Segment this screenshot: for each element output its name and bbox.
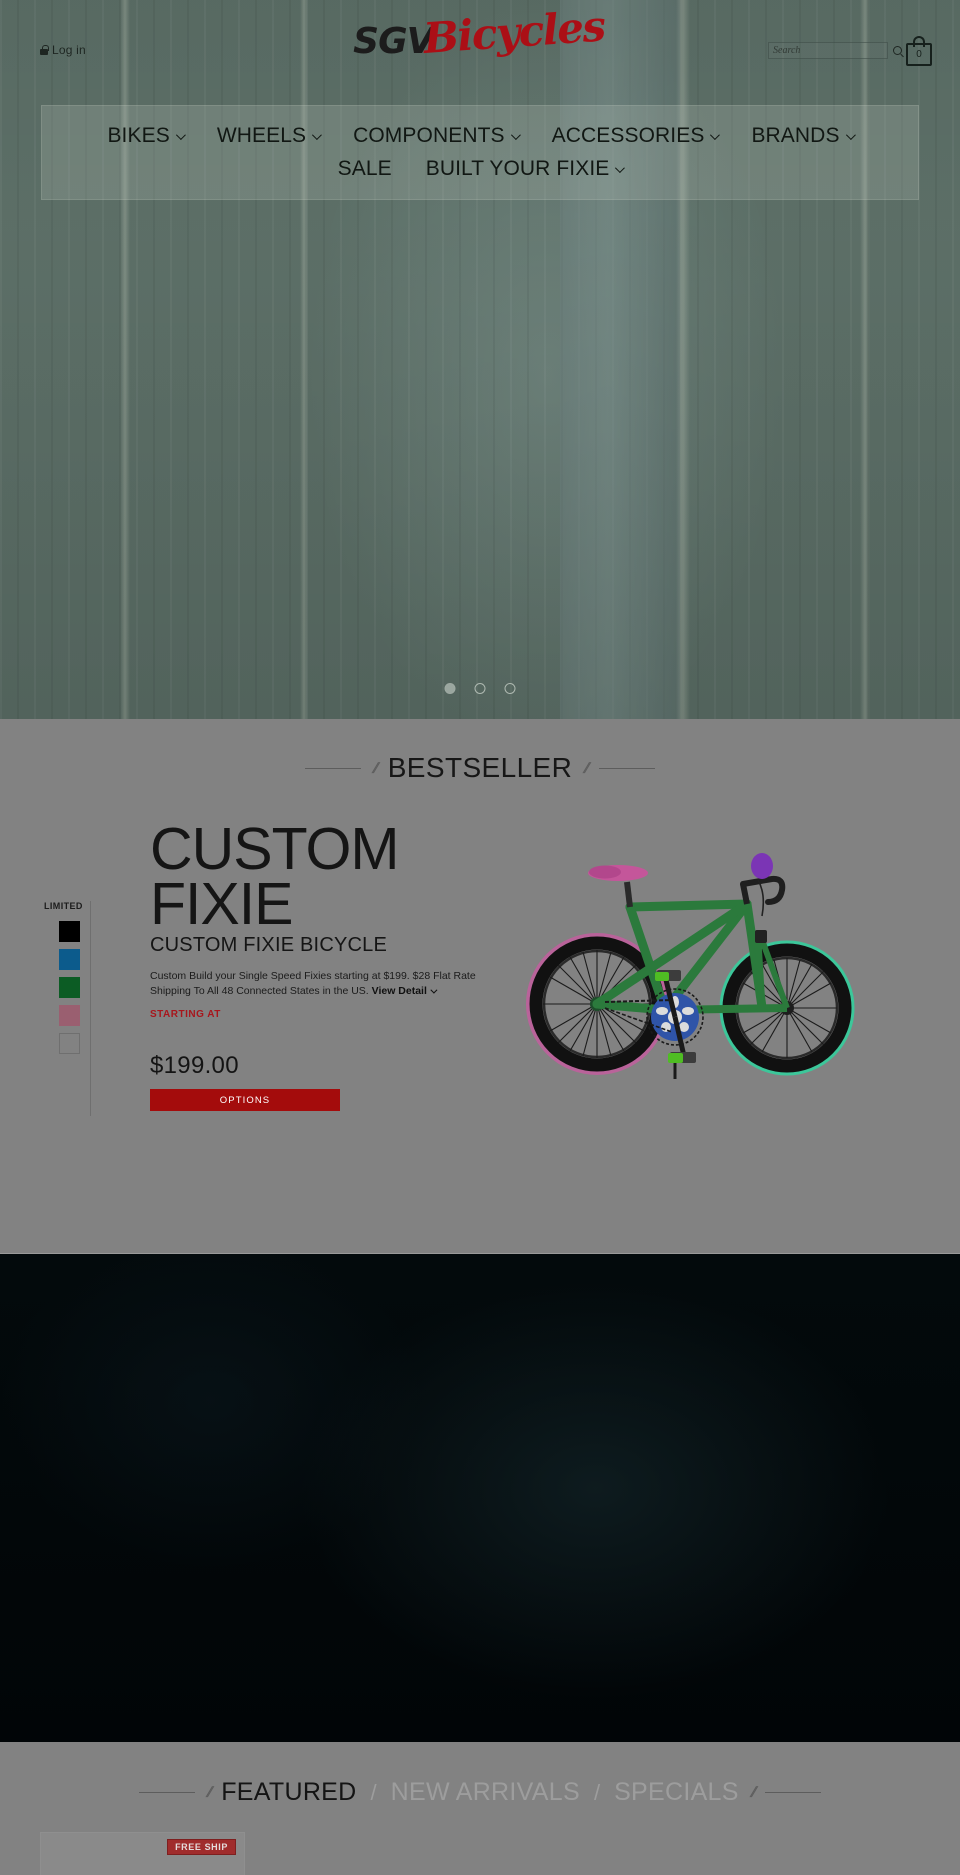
tab-specials[interactable]: SPECIALS	[614, 1778, 739, 1807]
login-link[interactable]: Log in	[40, 43, 86, 57]
color-swatch-white[interactable]	[59, 1033, 80, 1054]
bestseller-heading: // BESTSELLER //	[0, 752, 960, 784]
chevron-down-icon	[510, 129, 521, 140]
product-subtitle: CUSTOM FIXIE BICYCLE	[150, 933, 388, 956]
section-title: BESTSELLER	[387, 752, 573, 783]
nav-item-bikes[interactable]: BIKES	[90, 124, 199, 148]
tab-new-arrivals[interactable]: NEW ARRIVALS	[391, 1778, 580, 1807]
carousel-dot-1[interactable]	[444, 683, 456, 694]
chevron-down-icon	[710, 129, 721, 140]
nav-item-label: ACCESSORIES	[551, 124, 705, 147]
color-swatch-mauve[interactable]	[59, 1005, 80, 1026]
featured-section: // FEATURED / NEW ARRIVALS / SPECIALS //…	[0, 1742, 960, 1875]
cart-count: 0	[916, 49, 922, 60]
nav-item-label: BRANDS	[751, 124, 840, 147]
carousel-dots	[444, 683, 516, 694]
site-logo[interactable]: SGV Bicycles	[353, 1, 607, 63]
search-input[interactable]	[773, 45, 893, 56]
search-icon[interactable]	[893, 46, 902, 55]
site-header: Log in SGV Bicycles 0	[0, 0, 960, 100]
cart-button[interactable]: 0	[906, 36, 932, 66]
logo-text-secondary: Bicycles	[422, 1, 607, 63]
view-detail-link[interactable]: View Detail	[372, 985, 427, 997]
nav-item-label: BIKES	[107, 124, 170, 147]
lock-icon	[40, 45, 49, 55]
nav-item-label: BUILT YOUR FIXIE	[425, 157, 610, 180]
color-swatch-green[interactable]	[59, 977, 80, 998]
tab-featured[interactable]: FEATURED	[221, 1778, 356, 1807]
nav-item-sale[interactable]: SALE	[321, 157, 409, 181]
chevron-down-icon	[845, 129, 856, 140]
product-card[interactable]: FREE SHIP	[40, 1832, 245, 1875]
chevron-down-icon	[312, 129, 322, 140]
promo-dark-banner[interactable]	[0, 1253, 960, 1742]
view-detail-label: View Detail	[371, 985, 427, 998]
tabs-rule-right	[765, 1792, 822, 1793]
color-swatch-black[interactable]	[59, 921, 80, 942]
product-price: $199.00	[150, 1052, 239, 1080]
carousel-dot-2[interactable]	[474, 683, 486, 694]
product-info: CUSTOM FIXIE CUSTOM FIXIE BICYCLE Custom…	[150, 816, 495, 1112]
chevron-down-icon	[175, 129, 186, 140]
bicycle-icon	[526, 853, 855, 1079]
tabs-slash-left: //	[204, 1784, 212, 1801]
tab-separator: /	[593, 1779, 601, 1805]
logo-text-primary: SGV	[353, 21, 434, 62]
starting-at-label: STARTING AT	[150, 1009, 221, 1021]
product-title: CUSTOM FIXIE	[150, 816, 495, 937]
heading-slash-right: //	[581, 759, 590, 777]
tab-separator: /	[370, 1779, 377, 1805]
nav-item-label: WHEELS	[216, 124, 307, 147]
nav-item-built-your-fixie[interactable]: BUILT YOUR FIXIE	[409, 157, 640, 181]
chevron-down-icon	[430, 987, 438, 995]
limited-label: LIMITED	[44, 901, 83, 911]
main-navigation: BIKES WHEELS COMPONENTS ACCESSORIES BRAN…	[41, 105, 919, 200]
tabs-slash-right: //	[747, 1784, 756, 1801]
search-box[interactable]	[768, 42, 902, 59]
nav-item-label: SALE	[337, 157, 392, 180]
options-button[interactable]: OPTIONS	[150, 1089, 340, 1112]
bestseller-section: // BESTSELLER // LIMITED CUSTOM FIXIE CU…	[0, 719, 960, 1253]
free-ship-badge: FREE SHIP	[167, 1839, 236, 1855]
chevron-down-icon	[615, 162, 626, 173]
nav-row-primary: BIKES WHEELS COMPONENTS ACCESSORIES BRAN…	[90, 124, 869, 148]
nav-item-brands[interactable]: BRANDS	[734, 124, 869, 148]
product-image-fixie[interactable]	[500, 832, 880, 1092]
color-swatch-blue[interactable]	[59, 949, 80, 970]
carousel-dot-3[interactable]	[504, 683, 516, 694]
nav-row-secondary: SALE BUILT YOUR FIXIE	[321, 157, 640, 181]
bestseller-product: LIMITED CUSTOM FIXIE CUSTOM FIXIE BICYCL…	[0, 816, 960, 1182]
heading-slash-left: //	[370, 759, 379, 777]
nav-item-components[interactable]: COMPONENTS	[336, 124, 535, 148]
nav-item-wheels[interactable]: WHEELS	[200, 124, 336, 148]
nav-item-accessories[interactable]: ACCESSORIES	[535, 124, 735, 148]
heading-rule-left	[305, 767, 362, 769]
product-title-line1: CUSTOM	[150, 816, 400, 882]
color-swatch-list: LIMITED	[43, 901, 91, 1116]
product-description: Custom Build your Single Speed Fixies st…	[150, 969, 490, 1001]
login-label: Log in	[52, 43, 86, 57]
page-root: Log in SGV Bicycles 0 BIKES WHEELS	[0, 0, 960, 1875]
heading-rule-right	[598, 767, 655, 769]
tabs-rule-left	[138, 1792, 195, 1793]
featured-tabs: // FEATURED / NEW ARRIVALS / SPECIALS //	[0, 1778, 960, 1807]
product-title-line2: FIXIE	[150, 870, 294, 937]
nav-item-label: COMPONENTS	[353, 124, 505, 147]
